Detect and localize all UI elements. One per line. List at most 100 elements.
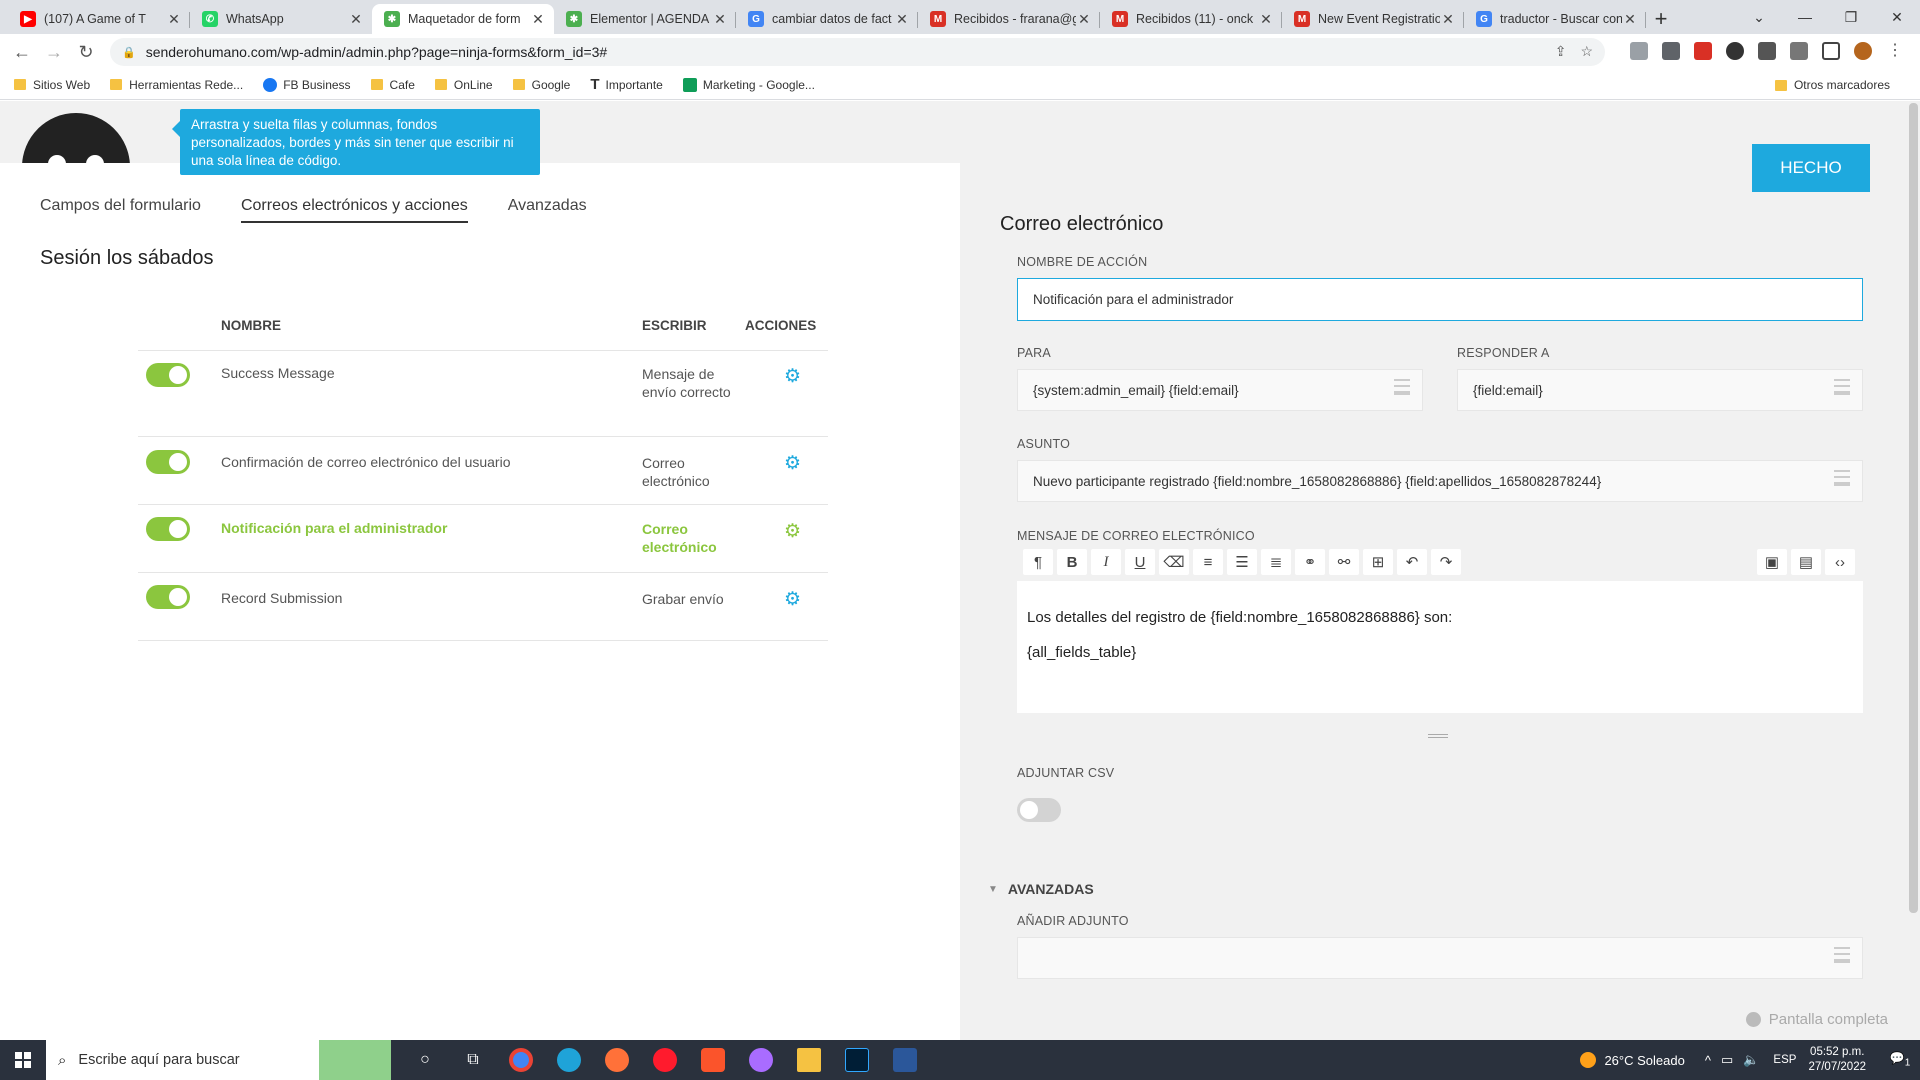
- gear-icon[interactable]: ⚙: [784, 520, 801, 543]
- browser-tab[interactable]: M Recibidos (11) - onck ✕: [1100, 4, 1282, 34]
- bookmark-google[interactable]: Google: [512, 78, 570, 92]
- action-enabled-toggle[interactable]: [146, 517, 190, 541]
- side-panel-icon[interactable]: [1822, 42, 1840, 60]
- firefox-icon[interactable]: [593, 1040, 641, 1080]
- notification-center-icon[interactable]: 💬1: [1880, 1051, 1920, 1068]
- drawer-scrollbar[interactable]: [1909, 103, 1918, 913]
- align-icon[interactable]: ≣: [1261, 549, 1291, 575]
- done-button[interactable]: HECHO: [1752, 144, 1870, 192]
- merge-tags-icon[interactable]: [1834, 379, 1850, 395]
- reload-button[interactable]: ↻: [70, 42, 102, 63]
- subject-input[interactable]: Nuevo participante registrado {field:nom…: [1017, 460, 1863, 502]
- action-name-input[interactable]: Notificación para el administrador: [1017, 278, 1863, 321]
- maximize-button[interactable]: ❐: [1828, 0, 1874, 34]
- profile-avatar[interactable]: [1854, 42, 1872, 60]
- gear-icon[interactable]: ⚙: [784, 452, 801, 475]
- tab-close-icon[interactable]: ✕: [530, 11, 546, 28]
- editor-resize-handle[interactable]: [1428, 734, 1448, 738]
- link-icon[interactable]: ⚭: [1295, 549, 1325, 575]
- to-input[interactable]: {system:admin_email} {field:email}: [1017, 369, 1423, 411]
- merge-tags-icon[interactable]: [1394, 379, 1410, 395]
- media-icon[interactable]: [1834, 947, 1850, 963]
- language-indicator[interactable]: ESP: [1773, 1054, 1796, 1066]
- back-button[interactable]: ←: [6, 42, 38, 63]
- bookmark-other[interactable]: Otros marcadores: [1774, 78, 1890, 92]
- tab-close-icon[interactable]: ✕: [1076, 11, 1092, 28]
- word-icon[interactable]: [881, 1040, 929, 1080]
- media-icon[interactable]: ▣: [1757, 549, 1787, 575]
- table-row-selected[interactable]: Notificación para el administrador Corre…: [138, 505, 828, 573]
- new-tab-button[interactable]: +: [1646, 4, 1676, 34]
- tab-advanced[interactable]: Avanzadas: [508, 197, 587, 223]
- browser-tab[interactable]: M New Event Registratio ✕: [1282, 4, 1464, 34]
- eraser-icon[interactable]: ⌫: [1159, 549, 1189, 575]
- browser-tab[interactable]: ✱ Elementor | AGENDA T ✕: [554, 4, 736, 34]
- tab-search-icon[interactable]: ⌄: [1736, 0, 1782, 34]
- task-view-icon[interactable]: ⧉: [449, 1040, 497, 1080]
- browser-tab[interactable]: M Recibidos - frarana@g ✕: [918, 4, 1100, 34]
- extension-icon[interactable]: [1694, 42, 1712, 60]
- action-enabled-toggle[interactable]: [146, 450, 190, 474]
- taskbar-search[interactable]: ⌕ Escribe aquí para buscar: [46, 1040, 391, 1080]
- tab-close-icon[interactable]: ✕: [166, 11, 182, 28]
- table-row[interactable]: Success Message Mensaje de envío correct…: [138, 351, 828, 437]
- bookmark-fb-business[interactable]: FB Business: [263, 77, 351, 92]
- tab-close-icon[interactable]: ✕: [1622, 11, 1638, 28]
- italic-icon[interactable]: I: [1091, 549, 1121, 575]
- reading-list-icon[interactable]: [1790, 42, 1808, 60]
- table-row[interactable]: Confirmación de correo electrónico del u…: [138, 437, 828, 505]
- merge-tags-icon[interactable]: ▤: [1791, 549, 1821, 575]
- gear-icon[interactable]: ⚙: [784, 588, 801, 611]
- table-row[interactable]: Record Submission Grabar envío ⚙: [138, 573, 828, 641]
- redo-icon[interactable]: ↷: [1431, 549, 1461, 575]
- tab-close-icon[interactable]: ✕: [894, 11, 910, 28]
- attach-csv-toggle[interactable]: [1017, 798, 1061, 822]
- start-button[interactable]: [0, 1040, 46, 1080]
- tab-emails-actions[interactable]: Correos electrónicos y acciones: [240, 197, 468, 223]
- underline-icon[interactable]: U: [1125, 549, 1155, 575]
- chrome-icon[interactable]: [497, 1040, 545, 1080]
- gear-icon[interactable]: ⚙: [784, 365, 801, 388]
- bullet-list-icon[interactable]: ☰: [1227, 549, 1257, 575]
- bookmark-online[interactable]: OnLine: [434, 78, 493, 92]
- extension-icon[interactable]: [1726, 42, 1744, 60]
- merge-tags-icon[interactable]: [1834, 470, 1850, 486]
- table-icon[interactable]: ⊞: [1363, 549, 1393, 575]
- clock[interactable]: 05:52 p.m. 27/07/2022: [1808, 1045, 1866, 1075]
- tab-close-icon[interactable]: ✕: [1258, 11, 1274, 28]
- paragraph-icon[interactable]: ¶: [1023, 549, 1053, 575]
- browser-tab[interactable]: ✱ Maquetador de form ✕: [372, 4, 554, 34]
- action-enabled-toggle[interactable]: [146, 363, 190, 387]
- advanced-section-toggle[interactable]: ▼ AVANZADAS: [988, 881, 1094, 897]
- share-icon[interactable]: ⇪: [1555, 43, 1567, 60]
- tab-form-fields[interactable]: Campos del formulario: [40, 197, 201, 223]
- ordered-list-icon[interactable]: ≡: [1193, 549, 1223, 575]
- photoshop-icon[interactable]: [833, 1040, 881, 1080]
- file-explorer-icon[interactable]: [785, 1040, 833, 1080]
- tray-chevron-icon[interactable]: ^: [1705, 1053, 1711, 1068]
- weather-text[interactable]: 26°C Soleado: [1604, 1053, 1684, 1068]
- code-view-icon[interactable]: ‹›: [1825, 549, 1855, 575]
- extension-icon[interactable]: [1662, 42, 1680, 60]
- bold-icon[interactable]: B: [1057, 549, 1087, 575]
- network-icon[interactable]: ▭: [1721, 1052, 1733, 1068]
- reply-to-input[interactable]: {field:email}: [1457, 369, 1863, 411]
- tab-close-icon[interactable]: ✕: [1440, 11, 1456, 28]
- browser-icon[interactable]: [737, 1040, 785, 1080]
- edge-icon[interactable]: [545, 1040, 593, 1080]
- browser-tab[interactable]: Gcambiar datos de fact ✕: [736, 4, 918, 34]
- unlink-icon[interactable]: ⚯: [1329, 549, 1359, 575]
- tab-close-icon[interactable]: ✕: [712, 11, 728, 28]
- cortana-icon[interactable]: ○: [401, 1040, 449, 1080]
- extension-icon[interactable]: [1630, 42, 1648, 60]
- bookmark-importante[interactable]: T Importante: [590, 76, 663, 93]
- volume-icon[interactable]: 🔈: [1743, 1052, 1759, 1068]
- puzzle-icon[interactable]: [1758, 42, 1776, 60]
- bookmark-cafe[interactable]: Cafe: [370, 78, 415, 92]
- opera-icon[interactable]: [641, 1040, 689, 1080]
- add-attachment-input[interactable]: [1017, 937, 1863, 979]
- undo-icon[interactable]: ↶: [1397, 549, 1427, 575]
- bookmark-star-icon[interactable]: ☆: [1580, 43, 1593, 60]
- forward-button[interactable]: →: [38, 42, 70, 63]
- browser-tab[interactable]: Gtraductor - Buscar con ✕: [1464, 4, 1646, 34]
